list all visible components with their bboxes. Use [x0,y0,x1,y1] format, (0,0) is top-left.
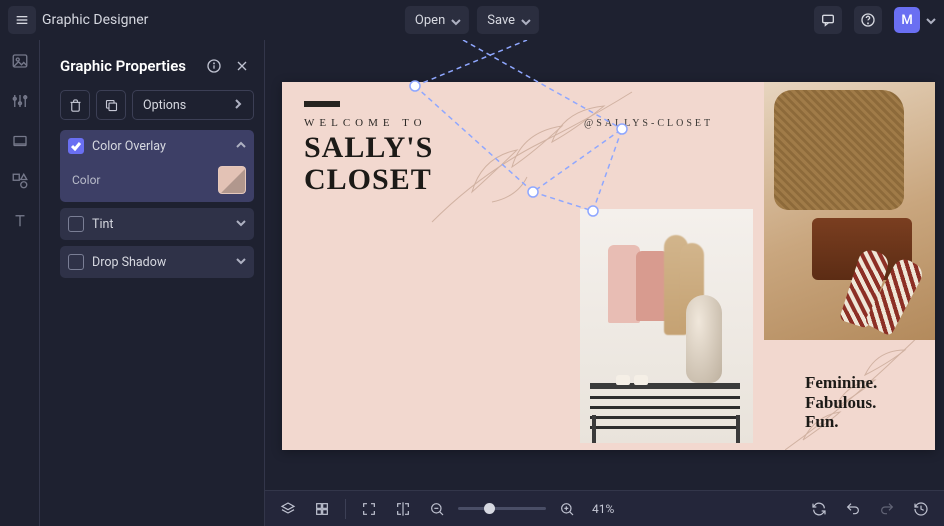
frame-tool[interactable] [9,130,31,152]
shapes-tool[interactable] [9,170,31,192]
grid-button[interactable] [309,496,335,522]
tag3: Fun. [805,412,839,431]
drop-shadow-toggle[interactable]: Drop Shadow [60,246,254,278]
options-dropdown[interactable]: Options [132,90,254,120]
image-tool[interactable] [9,50,31,72]
color-overlay-label: Color Overlay [92,139,166,154]
zoom-slider[interactable] [458,507,546,510]
history-button[interactable] [908,496,934,522]
text-tool[interactable] [9,210,31,232]
user-avatar[interactable]: M [894,7,920,33]
fit-screen-button[interactable] [356,496,382,522]
properties-panel: Graphic Properties Options Color Overlay… [40,40,265,526]
zoom-out-button[interactable] [424,496,450,522]
open-label: Open [415,13,445,28]
main-title: SALLY'S CLOSET [304,132,433,195]
help-button[interactable] [854,6,882,34]
delete-button[interactable] [60,90,90,120]
options-label: Options [143,98,186,113]
drop-shadow-label: Drop Shadow [92,255,166,270]
comments-button[interactable] [814,6,842,34]
info-icon[interactable] [202,54,226,78]
drop-shadow-group: Drop Shadow [60,246,254,278]
title-line2: CLOSET [304,163,432,196]
tint-label: Tint [92,217,114,232]
tint-checkbox[interactable] [68,216,84,232]
chevron-down-icon [451,16,459,24]
chevron-right-icon [233,98,243,113]
layers-button[interactable] [275,496,301,522]
color-overlay-group: Color Overlay Color [60,130,254,202]
color-label: Color [72,173,100,187]
zoom-level: 41% [592,502,614,516]
save-button[interactable]: Save [477,6,539,34]
title-line1: SALLY'S [304,131,433,164]
panel-title: Graphic Properties [60,57,198,75]
chevron-down-icon [236,255,246,270]
photo-clothing-rack[interactable] [580,209,753,443]
open-button[interactable]: Open [405,6,469,34]
save-label: Save [487,13,515,28]
tint-group: Tint [60,208,254,240]
chevron-down-icon [236,217,246,232]
chevron-down-icon [521,16,529,24]
duplicate-button[interactable] [96,90,126,120]
social-handle: @SALLYS-CLOSET [584,118,713,129]
color-row: Color [60,162,254,202]
sync-button[interactable] [806,496,832,522]
accent-bar [304,101,340,107]
welcome-text: WELCOME TO [304,117,427,129]
color-overlay-checkbox[interactable] [68,138,84,154]
artboard[interactable]: WELCOME TO SALLY'S CLOSET @SALLYS-CLOSET [282,82,935,450]
photo-accessories[interactable] [764,82,935,340]
app-title: Graphic Designer [42,12,148,28]
adjust-tool[interactable] [9,90,31,112]
undo-button[interactable] [840,496,866,522]
color-swatch[interactable] [218,166,246,194]
tag1: Feminine. [805,373,877,392]
menu-button[interactable] [8,6,36,34]
color-overlay-toggle[interactable]: Color Overlay [60,130,254,162]
tint-toggle[interactable]: Tint [60,208,254,240]
tagline: Feminine. Fabulous. Fun. [805,373,877,432]
canvas[interactable]: WELCOME TO SALLY'S CLOSET @SALLYS-CLOSET [265,40,944,490]
tag2: Fabulous. [805,393,876,412]
zoom-in-button[interactable] [554,496,580,522]
drop-shadow-checkbox[interactable] [68,254,84,270]
actual-size-button[interactable] [390,496,416,522]
user-menu-chevron[interactable] [926,11,936,30]
close-panel-button[interactable] [230,54,254,78]
bottom-toolbar: 41% [265,490,944,526]
chevron-up-icon [236,139,246,154]
redo-button[interactable] [874,496,900,522]
tool-rail [0,40,40,526]
